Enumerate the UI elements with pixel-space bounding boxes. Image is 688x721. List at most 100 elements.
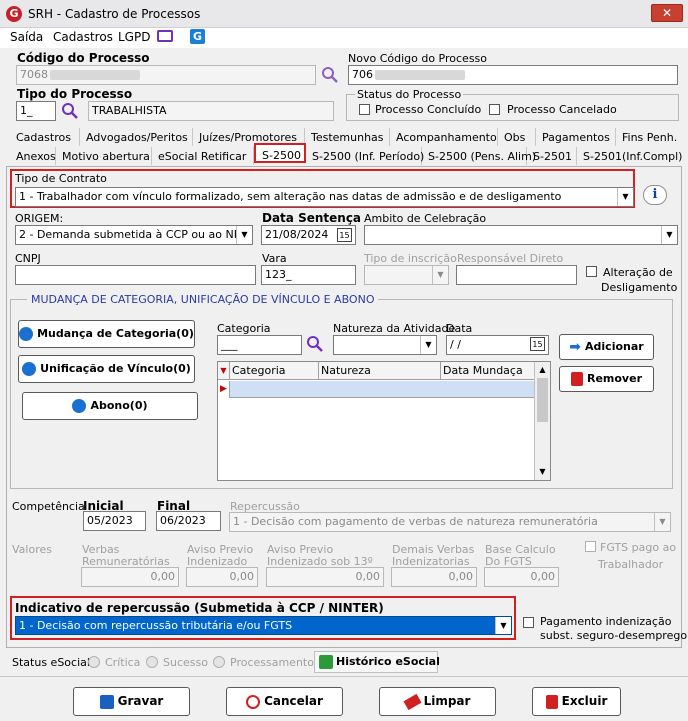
codigo-label: Código do Processo (17, 51, 150, 65)
calendar-icon[interactable]: 15 (530, 337, 545, 351)
categoria-field[interactable]: ___ (217, 335, 302, 355)
search-icon[interactable] (61, 102, 79, 120)
ambito-select[interactable]: ▼ (364, 225, 678, 245)
remover-button[interactable]: Remover (559, 366, 654, 392)
tab-row-1: Cadastros Advogados/Peritos Juízes/Promo… (10, 128, 678, 146)
processamento-radio (213, 656, 225, 668)
pagamento-checkbox[interactable] (523, 617, 534, 628)
arrow-right-icon: ➡ (569, 339, 582, 355)
vara-label: Vara (262, 252, 287, 265)
novo-codigo-field[interactable]: 706 (348, 65, 678, 85)
alteracao-label-1: Alteração de (603, 266, 673, 279)
tipo-processo-code[interactable]: 1_ (16, 101, 56, 121)
grid-header: ▼ Categoria Natureza Data Mundaça (218, 362, 534, 380)
excluir-button[interactable]: Excluir (532, 687, 621, 716)
sort-arrow-icon: ▼ (218, 362, 230, 379)
cnpj-field[interactable] (15, 265, 256, 285)
row-pointer-icon: ▶ (218, 381, 230, 398)
verbas-field: 0,00 (81, 567, 179, 587)
save-icon (99, 694, 114, 709)
concluido-checkbox[interactable] (359, 104, 370, 115)
limpar-button[interactable]: Limpar (379, 687, 496, 716)
play-icon (19, 327, 34, 341)
tab-cadastros[interactable]: Cadastros (10, 128, 80, 146)
tab-advogados[interactable]: Advogados/Peritos (80, 128, 193, 146)
unificacao-vinculo-button[interactable]: Unificação de Vínculo(0) (18, 355, 195, 383)
tab-testemunhas[interactable]: Testemunhas (305, 128, 390, 146)
cnpj-label: CNPJ (15, 252, 41, 265)
tab-motivo-abertura[interactable]: Motivo abertura (56, 147, 152, 165)
tipo-processo-label: Tipo do Processo (17, 87, 133, 101)
alteracao-label-2: Desligamento (601, 281, 678, 294)
cancelar-button[interactable]: Cancelar (226, 687, 343, 716)
tab-s2500[interactable]: S-2500 (254, 143, 306, 163)
grid-scrollbar[interactable]: ▲ ▼ (534, 362, 550, 480)
tab-s2500-inf-periodo[interactable]: S-2500 (Inf. Período) (306, 147, 424, 165)
tab-s2501-inf-compl[interactable]: S-2501(Inf.Compl) (577, 147, 682, 165)
menu-saida[interactable]: Saída (10, 30, 43, 44)
indicativo-label: Indicativo de repercussão (Submetida à C… (15, 601, 384, 615)
menu-cadastros[interactable]: Cadastros (53, 30, 113, 44)
fgts-checkbox (585, 541, 596, 552)
responsavel-label: Responsável Direto (457, 252, 564, 265)
tipo-contrato-label: Tipo de Contrato (15, 172, 107, 185)
natureza-select[interactable]: ▼ (333, 335, 437, 355)
tab-s2500-pens-alim[interactable]: S-2500 (Pens. Alim) (422, 147, 536, 165)
app-logo-icon: G (6, 6, 22, 22)
responsavel-field[interactable] (456, 265, 577, 285)
history-icon (319, 655, 333, 669)
origem-select[interactable]: 2 - Demanda submetida à CCP ou ao NINTER… (15, 225, 253, 245)
g-app-icon[interactable]: G (190, 29, 205, 44)
mudanca-categoria-button[interactable]: Mudança de Categoria(0) (18, 320, 195, 348)
eraser-icon (403, 693, 422, 710)
tab-fins-penh[interactable]: Fins Penh. (616, 128, 678, 146)
close-button[interactable]: ✕ (651, 4, 683, 22)
alteracao-checkbox[interactable] (586, 266, 597, 277)
tab-obs[interactable]: Obs (498, 128, 536, 146)
novo-codigo-label: Novo Código do Processo (348, 52, 488, 65)
base-field: 0,00 (484, 567, 559, 587)
search-icon[interactable] (321, 66, 339, 84)
window-title: SRH - Cadastro de Processos (28, 7, 201, 21)
data-label: Data (446, 322, 473, 335)
pagamento-label-1: Pagamento indenização (540, 615, 672, 628)
vara-field[interactable]: 123_ (261, 265, 356, 285)
tipo-contrato-select[interactable]: 1 - Trabalhador com vínculo formalizado,… (15, 187, 634, 207)
tab-esocial-retificar[interactable]: eSocial Retificar (152, 147, 254, 165)
calendar-icon[interactable]: 15 (337, 228, 352, 242)
indicativo-select[interactable]: 1 - Decisão com repercussão tributária e… (15, 616, 512, 635)
tab-anexos[interactable]: Anexos (10, 147, 56, 165)
sucesso-label: Sucesso (163, 656, 208, 669)
demais-field: 0,00 (391, 567, 477, 587)
cancel-icon (246, 694, 261, 709)
monitor-icon[interactable] (157, 30, 173, 42)
mudanca-title: MUDANÇA DE CATEGORIA, UNIFICAÇÃO DE VÍNC… (27, 293, 379, 306)
play-icon (72, 399, 87, 413)
historico-esocial-button[interactable]: Histórico eSocial (314, 651, 440, 673)
cancelado-checkbox[interactable] (489, 104, 500, 115)
processamento-label: Processamento (230, 656, 314, 669)
gravar-button[interactable]: Gravar (73, 687, 190, 716)
aviso13-field: 0,00 (266, 567, 384, 587)
menu-lgpd[interactable]: LGPD (118, 30, 150, 44)
adicionar-button[interactable]: ➡ Adicionar (559, 334, 654, 360)
search-icon[interactable] (306, 335, 324, 353)
pagamento-label-2: subst. seguro-desemprego? (540, 629, 688, 642)
abono-button[interactable]: Abono(0) (22, 392, 198, 420)
competencia-label: Competência (12, 500, 85, 513)
tab-acompanhamento[interactable]: Acompanhamento (390, 128, 498, 146)
table-row[interactable]: ▶ (218, 381, 534, 398)
tipo-inscricao-select: ▼ (364, 265, 449, 285)
grid-col-natureza[interactable]: Natureza (319, 362, 441, 379)
table-row-cells[interactable] (230, 381, 534, 398)
origem-label: ORIGEM: (15, 212, 64, 225)
trash-icon (570, 372, 583, 386)
tab-s2501[interactable]: S-2501 (527, 147, 577, 165)
inicial-field[interactable]: 05/2023 (83, 511, 146, 531)
info-icon[interactable]: i (643, 185, 667, 205)
tab-pagamentos[interactable]: Pagamentos (536, 128, 616, 146)
grid-col-categoria[interactable]: Categoria (230, 362, 319, 379)
final-field[interactable]: 06/2023 (156, 511, 221, 531)
concluido-label: Processo Concluído (375, 103, 482, 116)
grid-col-data[interactable]: Data Mundaça (441, 362, 534, 379)
